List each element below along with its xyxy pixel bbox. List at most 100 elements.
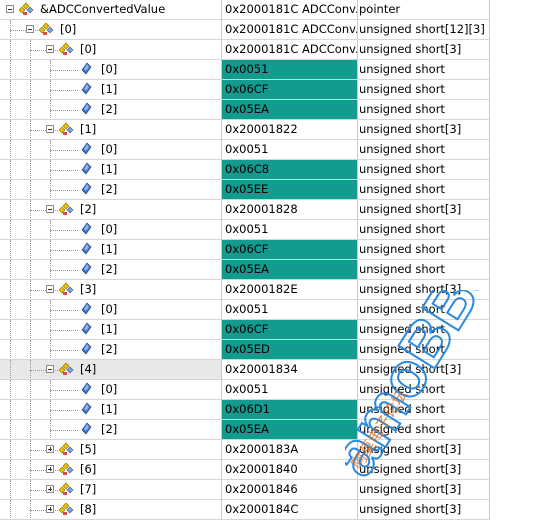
collapse-icon[interactable] <box>46 205 54 213</box>
expand-icon[interactable] <box>46 505 54 513</box>
tree-row[interactable]: [0] 0x0051 unsigned short <box>0 220 490 240</box>
name-cell[interactable]: [5] <box>0 440 222 460</box>
variable-name: &ADCConvertedValue <box>40 2 166 16</box>
name-cell[interactable]: [6] <box>0 460 222 480</box>
value-cell[interactable]: 0x20001822 <box>222 120 358 140</box>
tree-row[interactable]: [1] 0x06CF unsigned short <box>0 80 490 100</box>
tree-row[interactable]: [2] 0x05ED unsigned short <box>0 340 490 360</box>
tree-row[interactable]: [0] 0x0051 unsigned short <box>0 60 490 80</box>
tree-row[interactable]: [3] 0x2000182E unsigned short[3] <box>0 280 490 300</box>
value-cell[interactable]: 0x05EE <box>222 180 358 200</box>
name-cell[interactable]: [1] <box>0 320 222 340</box>
name-cell[interactable]: [0] <box>0 20 222 40</box>
tree-row[interactable]: [0] 0x0051 unsigned short <box>0 300 490 320</box>
value-cell[interactable]: 0x0051 <box>222 220 358 240</box>
name-cell[interactable]: [2] <box>0 200 222 220</box>
collapse-icon[interactable] <box>46 285 54 293</box>
collapse-icon[interactable] <box>46 365 54 373</box>
value-cell[interactable]: 0x06CF <box>222 80 358 100</box>
variable-name: [3] <box>80 282 97 296</box>
tree-row[interactable]: [5] 0x2000183A unsigned short[3] <box>0 440 490 460</box>
tree-row[interactable]: [2] 0x05EA unsigned short <box>0 260 490 280</box>
name-cell[interactable]: [0] <box>0 300 222 320</box>
value-cell[interactable]: 0x05EA <box>222 420 358 440</box>
collapse-icon[interactable] <box>46 45 54 53</box>
name-cell[interactable]: [2] <box>0 100 222 120</box>
variable-name: [0] <box>60 22 77 36</box>
variable-name: [6] <box>80 462 97 476</box>
value-cell[interactable]: 0x0051 <box>222 140 358 160</box>
name-cell[interactable]: [0] <box>0 40 222 60</box>
name-cell[interactable]: [1] <box>0 400 222 420</box>
value-cell[interactable]: 0x2000181C ADCConv... <box>222 20 358 40</box>
name-cell[interactable]: &ADCConvertedValue <box>0 0 222 20</box>
value-cell[interactable]: 0x20001846 <box>222 480 358 500</box>
name-cell[interactable]: [8] <box>0 500 222 520</box>
name-cell[interactable]: [0] <box>0 60 222 80</box>
value-cell[interactable]: 0x06D1 <box>222 400 358 420</box>
name-cell[interactable]: [4] <box>0 360 222 380</box>
collapse-icon[interactable] <box>46 125 54 133</box>
value-cell[interactable]: 0x0051 <box>222 380 358 400</box>
tree-row[interactable]: [2] 0x05EE unsigned short <box>0 180 490 200</box>
value-cell[interactable]: 0x2000183A <box>222 440 358 460</box>
type-cell: unsigned short <box>357 420 490 440</box>
tree-row[interactable]: [1] 0x06CF unsigned short <box>0 240 490 260</box>
tree-row[interactable]: [0] 0x0051 unsigned short <box>0 140 490 160</box>
type-cell: unsigned short <box>357 380 490 400</box>
name-cell[interactable]: [7] <box>0 480 222 500</box>
tree-row[interactable]: [2] 0x05EA unsigned short <box>0 420 490 440</box>
name-cell[interactable]: [2] <box>0 180 222 200</box>
value-cell[interactable]: 0x2000182E <box>222 280 358 300</box>
value-cell[interactable]: 0x2000184C <box>222 500 358 520</box>
collapse-icon[interactable] <box>26 25 34 33</box>
expand-icon[interactable] <box>46 485 54 493</box>
tree-row[interactable]: [2] 0x05EA unsigned short <box>0 100 490 120</box>
tree-row[interactable]: [2] 0x20001828 unsigned short[3] <box>0 200 490 220</box>
value-cell[interactable]: 0x2000181C ADCConv... <box>222 40 358 60</box>
tree-row[interactable]: [0] 0x2000181C ADCConv... unsigned short[1… <box>0 20 490 40</box>
variable-name: [5] <box>80 442 97 456</box>
tree-row[interactable]: [8] 0x2000184C unsigned short[3] <box>0 500 490 520</box>
expand-icon[interactable] <box>46 445 54 453</box>
value-cell[interactable]: 0x20001834 <box>222 360 358 380</box>
tree-row[interactable]: [4] 0x20001834 unsigned short[3] <box>0 360 490 380</box>
name-cell[interactable]: [0] <box>0 380 222 400</box>
tree-connector <box>30 240 31 259</box>
value-cell[interactable]: 0x20001840 <box>222 460 358 480</box>
name-cell[interactable]: [1] <box>0 240 222 260</box>
variable-name: [2] <box>101 422 118 436</box>
value-cell[interactable]: 0x06C8 <box>222 160 358 180</box>
value-cell[interactable]: 0x0051 <box>222 60 358 80</box>
name-cell[interactable]: [2] <box>0 340 222 360</box>
name-cell[interactable]: [2] <box>0 260 222 280</box>
expand-icon[interactable] <box>46 465 54 473</box>
tree-row[interactable]: [0] 0x2000181C ADCConv... unsigned short[3… <box>0 40 490 60</box>
value-cell[interactable]: 0x06CF <box>222 240 358 260</box>
value-cell[interactable]: 0x05ED <box>222 340 358 360</box>
value-cell[interactable]: 0x0051 <box>222 300 358 320</box>
value-cell[interactable]: 0x2000181C ADCConv... <box>222 0 358 20</box>
tree-connector <box>10 100 11 119</box>
tree-row[interactable]: [0] 0x0051 unsigned short <box>0 380 490 400</box>
name-cell[interactable]: [0] <box>0 220 222 240</box>
tree-row[interactable]: [1] 0x06D1 unsigned short <box>0 400 490 420</box>
value-cell[interactable]: 0x06CF <box>222 320 358 340</box>
variable-icon <box>78 422 94 436</box>
tree-row[interactable]: [1] 0x06C8 unsigned short <box>0 160 490 180</box>
value-cell[interactable]: 0x05EA <box>222 260 358 280</box>
value-cell[interactable]: 0x05EA <box>222 100 358 120</box>
name-cell[interactable]: [2] <box>0 420 222 440</box>
tree-row[interactable]: [1] 0x06CF unsigned short <box>0 320 490 340</box>
tree-row[interactable]: [6] 0x20001840 unsigned short[3] <box>0 460 490 480</box>
value-cell[interactable]: 0x20001828 <box>222 200 358 220</box>
tree-row[interactable]: [7] 0x20001846 unsigned short[3] <box>0 480 490 500</box>
name-cell[interactable]: [1] <box>0 120 222 140</box>
collapse-icon[interactable] <box>6 5 14 13</box>
name-cell[interactable]: [0] <box>0 140 222 160</box>
name-cell[interactable]: [3] <box>0 280 222 300</box>
name-cell[interactable]: [1] <box>0 80 222 100</box>
tree-row[interactable]: [1] 0x20001822 unsigned short[3] <box>0 120 490 140</box>
tree-row[interactable]: &ADCConvertedValue 0x2000181C ADCConv... p… <box>0 0 490 20</box>
name-cell[interactable]: [1] <box>0 160 222 180</box>
